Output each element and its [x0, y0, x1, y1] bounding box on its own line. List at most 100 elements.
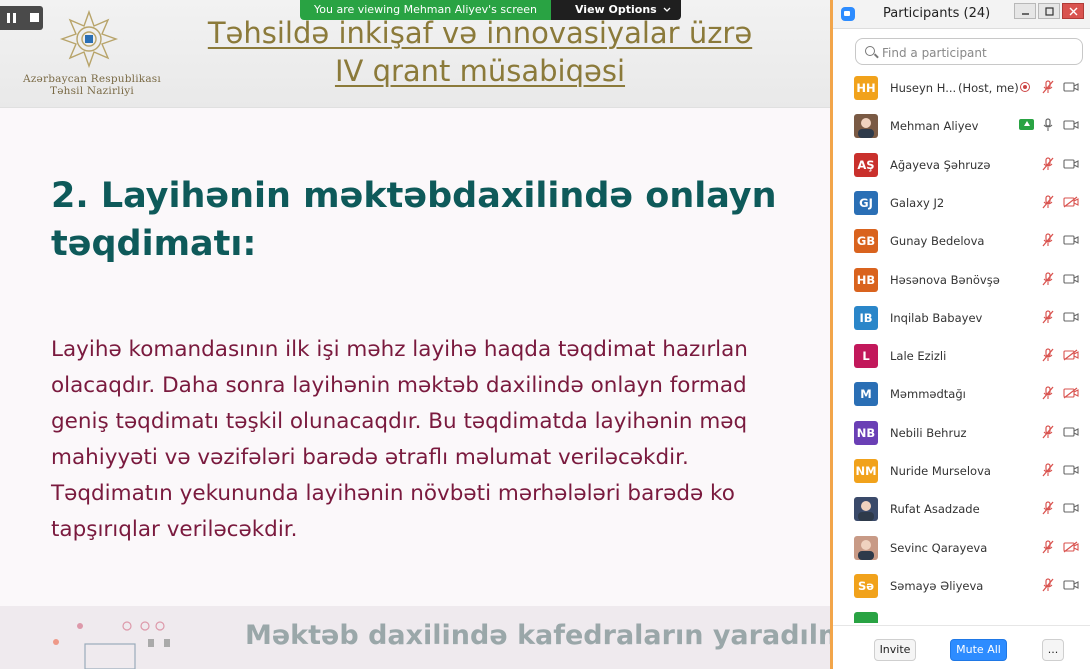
camera-icon[interactable] — [1063, 426, 1079, 438]
header-line-2: IV qrant müsabiqəsi — [334, 54, 626, 88]
shared-screen: Azərbaycan Respublikası Təhsil Nazirliyi… — [0, 0, 830, 669]
invite-button[interactable]: Invite — [874, 639, 916, 661]
participant-row[interactable]: Rufat Asadzade — [833, 489, 1090, 527]
body-line: geniş təqdimatı təşkil olunacaqdır. Bu t… — [51, 409, 748, 434]
record-icon — [1020, 82, 1030, 92]
participant-row[interactable]: HB Həsənova Bənövşə — [833, 260, 1090, 298]
camera-off-icon[interactable] — [1063, 387, 1079, 399]
camera-off-icon[interactable] — [1063, 349, 1079, 361]
slide-body: Layihə komandasının ilk işi məhz layihə … — [51, 332, 830, 548]
participant-name: Ağayeva Şəhruzə — [890, 158, 991, 172]
body-line: mahiyyəti və vəzifələri barədə ətraflı m… — [51, 445, 689, 470]
mute-all-button[interactable]: Mute All — [950, 639, 1007, 661]
participant-avatar — [854, 114, 878, 138]
more-options-button[interactable]: ... — [1042, 639, 1064, 661]
participant-row[interactable]: NM Nuride Murselova — [833, 451, 1090, 489]
slide-heading: 2. Layihənin məktəbdaxilində onlayn təqd… — [51, 172, 811, 268]
ministry-logo-text: Azərbaycan Respublikası Təhsil Nazirliyi — [12, 73, 172, 97]
heading-line-1: 2. Layihənin məktəbdaxilində onlayn — [51, 176, 777, 216]
camera-icon[interactable] — [1063, 502, 1079, 514]
participant-name: Galaxy J2 — [890, 196, 945, 210]
participant-avatar: L — [854, 344, 878, 368]
mic-muted-icon[interactable] — [1041, 540, 1055, 554]
participant-row[interactable]: HH Huseyn H... (Host, me) — [833, 68, 1090, 106]
participant-row[interactable]: Mehman Aliyev — [833, 106, 1090, 144]
mic-muted-icon[interactable] — [1041, 501, 1055, 515]
participant-row[interactable]: NB Nebili Behruz — [833, 413, 1090, 451]
stop-icon — [30, 13, 39, 22]
participant-avatar: AŞ — [854, 153, 878, 177]
minimize-button[interactable] — [1014, 3, 1036, 19]
maximize-button[interactable] — [1038, 3, 1060, 19]
participant-row[interactable]: IB Inqilab Babayev — [833, 298, 1090, 336]
avatar-photo-icon — [858, 118, 874, 138]
participant-row[interactable]: L Lale Ezizli — [833, 336, 1090, 374]
participant-row[interactable]: GB Gunay Bedelova — [833, 221, 1090, 259]
slide-header-title: Təhsildə inkişaf və innovasiyalar üzrə I… — [180, 14, 780, 90]
participant-search[interactable] — [855, 38, 1083, 65]
mic-muted-icon[interactable] — [1041, 195, 1055, 209]
camera-icon[interactable] — [1063, 579, 1079, 591]
participants-panel: Participants (24) HH Huseyn H...(Host, me… — [830, 0, 1090, 670]
camera-icon[interactable] — [1063, 234, 1079, 246]
mic-muted-icon[interactable] — [1041, 348, 1055, 362]
mic-icon[interactable] — [1041, 118, 1055, 132]
view-options-button[interactable]: View Options — [550, 0, 681, 20]
camera-icon[interactable] — [1063, 158, 1079, 170]
camera-icon[interactable] — [1063, 119, 1079, 131]
participant-row[interactable]: M Məmmədtağı — [833, 374, 1090, 412]
logo-line-1: Azərbaycan Respublikası — [23, 73, 161, 85]
participant-avatar: M — [854, 382, 878, 406]
participant-avatar: GJ — [854, 191, 878, 215]
participant-name: Sevinc Qarayeva — [890, 541, 988, 555]
mic-muted-icon[interactable] — [1041, 310, 1055, 324]
participant-list[interactable]: HH Huseyn H... (Host, me) Mehman Aliyev AŞ Ağ… — [833, 68, 1090, 623]
mic-muted-icon[interactable] — [1041, 463, 1055, 477]
camera-off-icon[interactable] — [1063, 196, 1079, 208]
participant-avatar — [854, 612, 878, 623]
participant-name: Həsənova Bənövşə — [890, 273, 1000, 287]
participant-name: Məmmədtağı — [890, 387, 966, 401]
participant-row[interactable]: GJ Galaxy J2 — [833, 183, 1090, 221]
minimize-icon — [1021, 12, 1029, 15]
mic-muted-icon[interactable] — [1041, 386, 1055, 400]
participant-avatar: Sə — [854, 574, 878, 598]
participant-avatar — [854, 497, 878, 521]
window-controls — [1014, 3, 1084, 19]
header-line-1: Təhsildə inkişaf və innovasiyalar üzrə — [207, 16, 753, 50]
participant-avatar: HH — [854, 76, 878, 100]
participant-name: Səmayə Əliyeva — [890, 579, 984, 593]
participant-row[interactable]: Sə Səmayə Əliyeva — [833, 566, 1090, 604]
share-screen-icon — [1019, 119, 1034, 130]
close-icon — [1069, 7, 1077, 15]
pause-share-button[interactable] — [0, 6, 43, 30]
participant-name: Nuride Murselova — [890, 464, 991, 478]
camera-icon[interactable] — [1063, 464, 1079, 476]
participant-search-input[interactable] — [880, 43, 1080, 62]
mic-muted-icon[interactable] — [1041, 272, 1055, 286]
camera-off-icon[interactable] — [1063, 541, 1079, 553]
participant-row-partial[interactable] — [833, 604, 1090, 623]
mic-muted-icon[interactable] — [1041, 80, 1055, 94]
participant-name: Nebili Behruz — [890, 426, 967, 440]
body-line: olacaqdır. Daha sonra layihənin məktəb d… — [51, 373, 747, 398]
mic-muted-icon[interactable] — [1041, 233, 1055, 247]
participant-name: Rufat Asadzade — [890, 502, 980, 516]
footer-illustration-icon — [53, 621, 170, 669]
participant-avatar: IB — [854, 306, 878, 330]
camera-icon[interactable] — [1063, 311, 1079, 323]
camera-icon[interactable] — [1063, 273, 1079, 285]
panel-title-bar: Participants (24) — [833, 0, 1090, 29]
participant-row[interactable]: AŞ Ağayeva Şəhruzə — [833, 145, 1090, 183]
body-line: Layihə komandasının ilk işi məhz layihə … — [51, 337, 748, 362]
participant-avatar — [854, 536, 878, 560]
participant-row[interactable]: Sevinc Qarayeva — [833, 528, 1090, 566]
mic-muted-icon[interactable] — [1041, 578, 1055, 592]
participant-avatar: NB — [854, 421, 878, 445]
mic-muted-icon[interactable] — [1041, 157, 1055, 171]
pause-icon — [7, 13, 10, 23]
camera-icon[interactable] — [1063, 81, 1079, 93]
mic-muted-icon[interactable] — [1041, 425, 1055, 439]
close-button[interactable] — [1062, 3, 1084, 19]
participant-role: (Host, me) — [958, 81, 1019, 95]
